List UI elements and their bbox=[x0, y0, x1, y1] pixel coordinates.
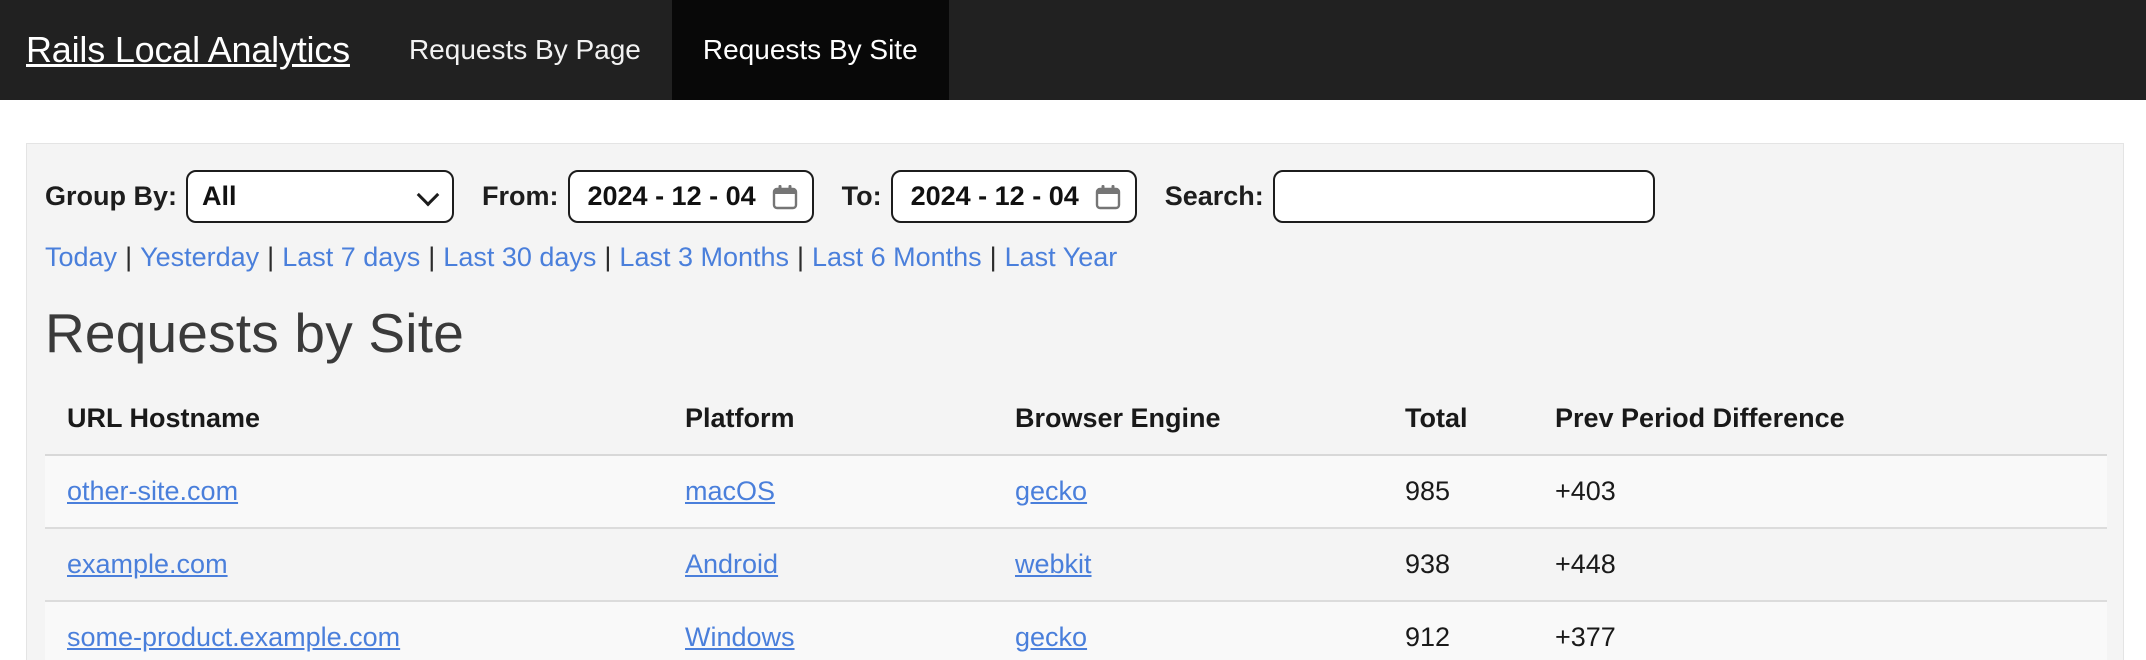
tab-requests-by-site-label: Requests By Site bbox=[702, 34, 918, 65]
table-body: other-site.com macOS gecko 985 +403 exam… bbox=[45, 455, 2107, 660]
content-card: Group By: All From: 2024 - 12 - 04 To: 2… bbox=[26, 143, 2124, 660]
cell-url-hostname: other-site.com bbox=[45, 455, 685, 529]
cell-total: 912 bbox=[1405, 601, 1555, 660]
platform-link[interactable]: macOS bbox=[685, 476, 775, 506]
calendar-icon[interactable] bbox=[1095, 184, 1121, 210]
cell-browser-engine: webkit bbox=[1015, 528, 1405, 602]
search-input[interactable] bbox=[1272, 170, 1655, 223]
quick-range-yesterday[interactable]: Yesterday bbox=[140, 242, 259, 272]
engine-link[interactable]: gecko bbox=[1015, 476, 1087, 506]
column-header-prev-period-difference[interactable]: Prev Period Difference bbox=[1555, 403, 2107, 456]
cell-platform: Windows bbox=[685, 601, 1015, 660]
from-label: From: bbox=[482, 181, 559, 211]
group-by-select[interactable]: All bbox=[186, 170, 454, 223]
table-head: URL Hostname Platform Browser Engine Tot… bbox=[45, 403, 2107, 456]
separator: | bbox=[604, 242, 612, 272]
filter-bar: Group By: All From: 2024 - 12 - 04 To: 2… bbox=[27, 144, 2123, 223]
column-header-browser-engine[interactable]: Browser Engine bbox=[1015, 403, 1405, 456]
quick-range-last-7-days[interactable]: Last 7 days bbox=[282, 242, 420, 272]
separator: | bbox=[125, 242, 133, 272]
separator: | bbox=[267, 242, 275, 272]
to-label: To: bbox=[841, 181, 882, 211]
platform-link[interactable]: Windows bbox=[685, 622, 795, 652]
platform-link[interactable]: Android bbox=[685, 549, 778, 579]
top-navbar: Rails Local Analytics Requests By Page R… bbox=[0, 0, 2146, 100]
engine-link[interactable]: gecko bbox=[1015, 622, 1087, 652]
page-body: Group By: All From: 2024 - 12 - 04 To: 2… bbox=[0, 100, 2146, 660]
hostname-link[interactable]: example.com bbox=[67, 549, 228, 579]
chevron-down-icon bbox=[416, 183, 440, 206]
separator: | bbox=[797, 242, 805, 272]
cell-url-hostname: example.com bbox=[45, 528, 685, 602]
quick-range-last-3-months[interactable]: Last 3 Months bbox=[619, 242, 789, 272]
page-title: Requests by Site bbox=[45, 302, 464, 364]
hostname-link[interactable]: some-product.example.com bbox=[67, 622, 400, 652]
tab-requests-by-page[interactable]: Requests By Page bbox=[378, 0, 672, 100]
from-date-value: 2024 - 12 - 04 bbox=[587, 181, 756, 211]
quick-range-today[interactable]: Today bbox=[45, 242, 117, 272]
separator: | bbox=[989, 242, 997, 272]
calendar-icon[interactable] bbox=[772, 184, 798, 210]
to-date-value: 2024 - 12 - 04 bbox=[910, 181, 1079, 211]
cell-prev-period-difference: +377 bbox=[1555, 601, 2107, 660]
quick-range-links: Today | Yesterday | Last 7 days | Last 30 days… bbox=[27, 223, 2123, 273]
table-row: example.com Android webkit 938 +448 bbox=[45, 528, 2107, 602]
tab-requests-by-page-label: Requests By Page bbox=[408, 34, 641, 65]
column-header-platform[interactable]: Platform bbox=[685, 403, 1015, 456]
search-label: Search: bbox=[1164, 181, 1264, 211]
group-by-label: Group By: bbox=[45, 181, 177, 211]
quick-range-last-6-months[interactable]: Last 6 Months bbox=[812, 242, 982, 272]
from-date-input[interactable]: 2024 - 12 - 04 bbox=[567, 170, 814, 223]
table-row: some-product.example.com Windows gecko 9… bbox=[45, 601, 2107, 660]
cell-total: 938 bbox=[1405, 528, 1555, 602]
cell-total: 985 bbox=[1405, 455, 1555, 529]
column-header-url-hostname[interactable]: URL Hostname bbox=[45, 403, 685, 456]
separator: | bbox=[428, 242, 436, 272]
quick-range-last-30-days[interactable]: Last 30 days bbox=[443, 242, 596, 272]
column-header-total[interactable]: Total bbox=[1405, 403, 1555, 456]
cell-prev-period-difference: +448 bbox=[1555, 528, 2107, 602]
quick-range-last-year[interactable]: Last Year bbox=[1005, 242, 1118, 272]
cell-prev-period-difference: +403 bbox=[1555, 455, 2107, 529]
table-header-row: URL Hostname Platform Browser Engine Tot… bbox=[45, 403, 2107, 456]
group-by-value: All bbox=[202, 181, 237, 211]
cell-browser-engine: gecko bbox=[1015, 601, 1405, 660]
brand-logo[interactable]: Rails Local Analytics bbox=[0, 0, 378, 100]
cell-browser-engine: gecko bbox=[1015, 455, 1405, 529]
hostname-link[interactable]: other-site.com bbox=[67, 476, 238, 506]
requests-by-site-table: URL Hostname Platform Browser Engine Tot… bbox=[45, 403, 2107, 660]
to-date-input[interactable]: 2024 - 12 - 04 bbox=[890, 170, 1137, 223]
tab-requests-by-site[interactable]: Requests By Site bbox=[671, 0, 949, 100]
brand-label: Rails Local Analytics bbox=[26, 29, 350, 70]
cell-platform: Android bbox=[685, 528, 1015, 602]
cell-platform: macOS bbox=[685, 455, 1015, 529]
cell-url-hostname: some-product.example.com bbox=[45, 601, 685, 660]
table-container: URL Hostname Platform Browser Engine Tot… bbox=[27, 365, 2123, 660]
engine-link[interactable]: webkit bbox=[1015, 549, 1092, 579]
table-row: other-site.com macOS gecko 985 +403 bbox=[45, 455, 2107, 529]
